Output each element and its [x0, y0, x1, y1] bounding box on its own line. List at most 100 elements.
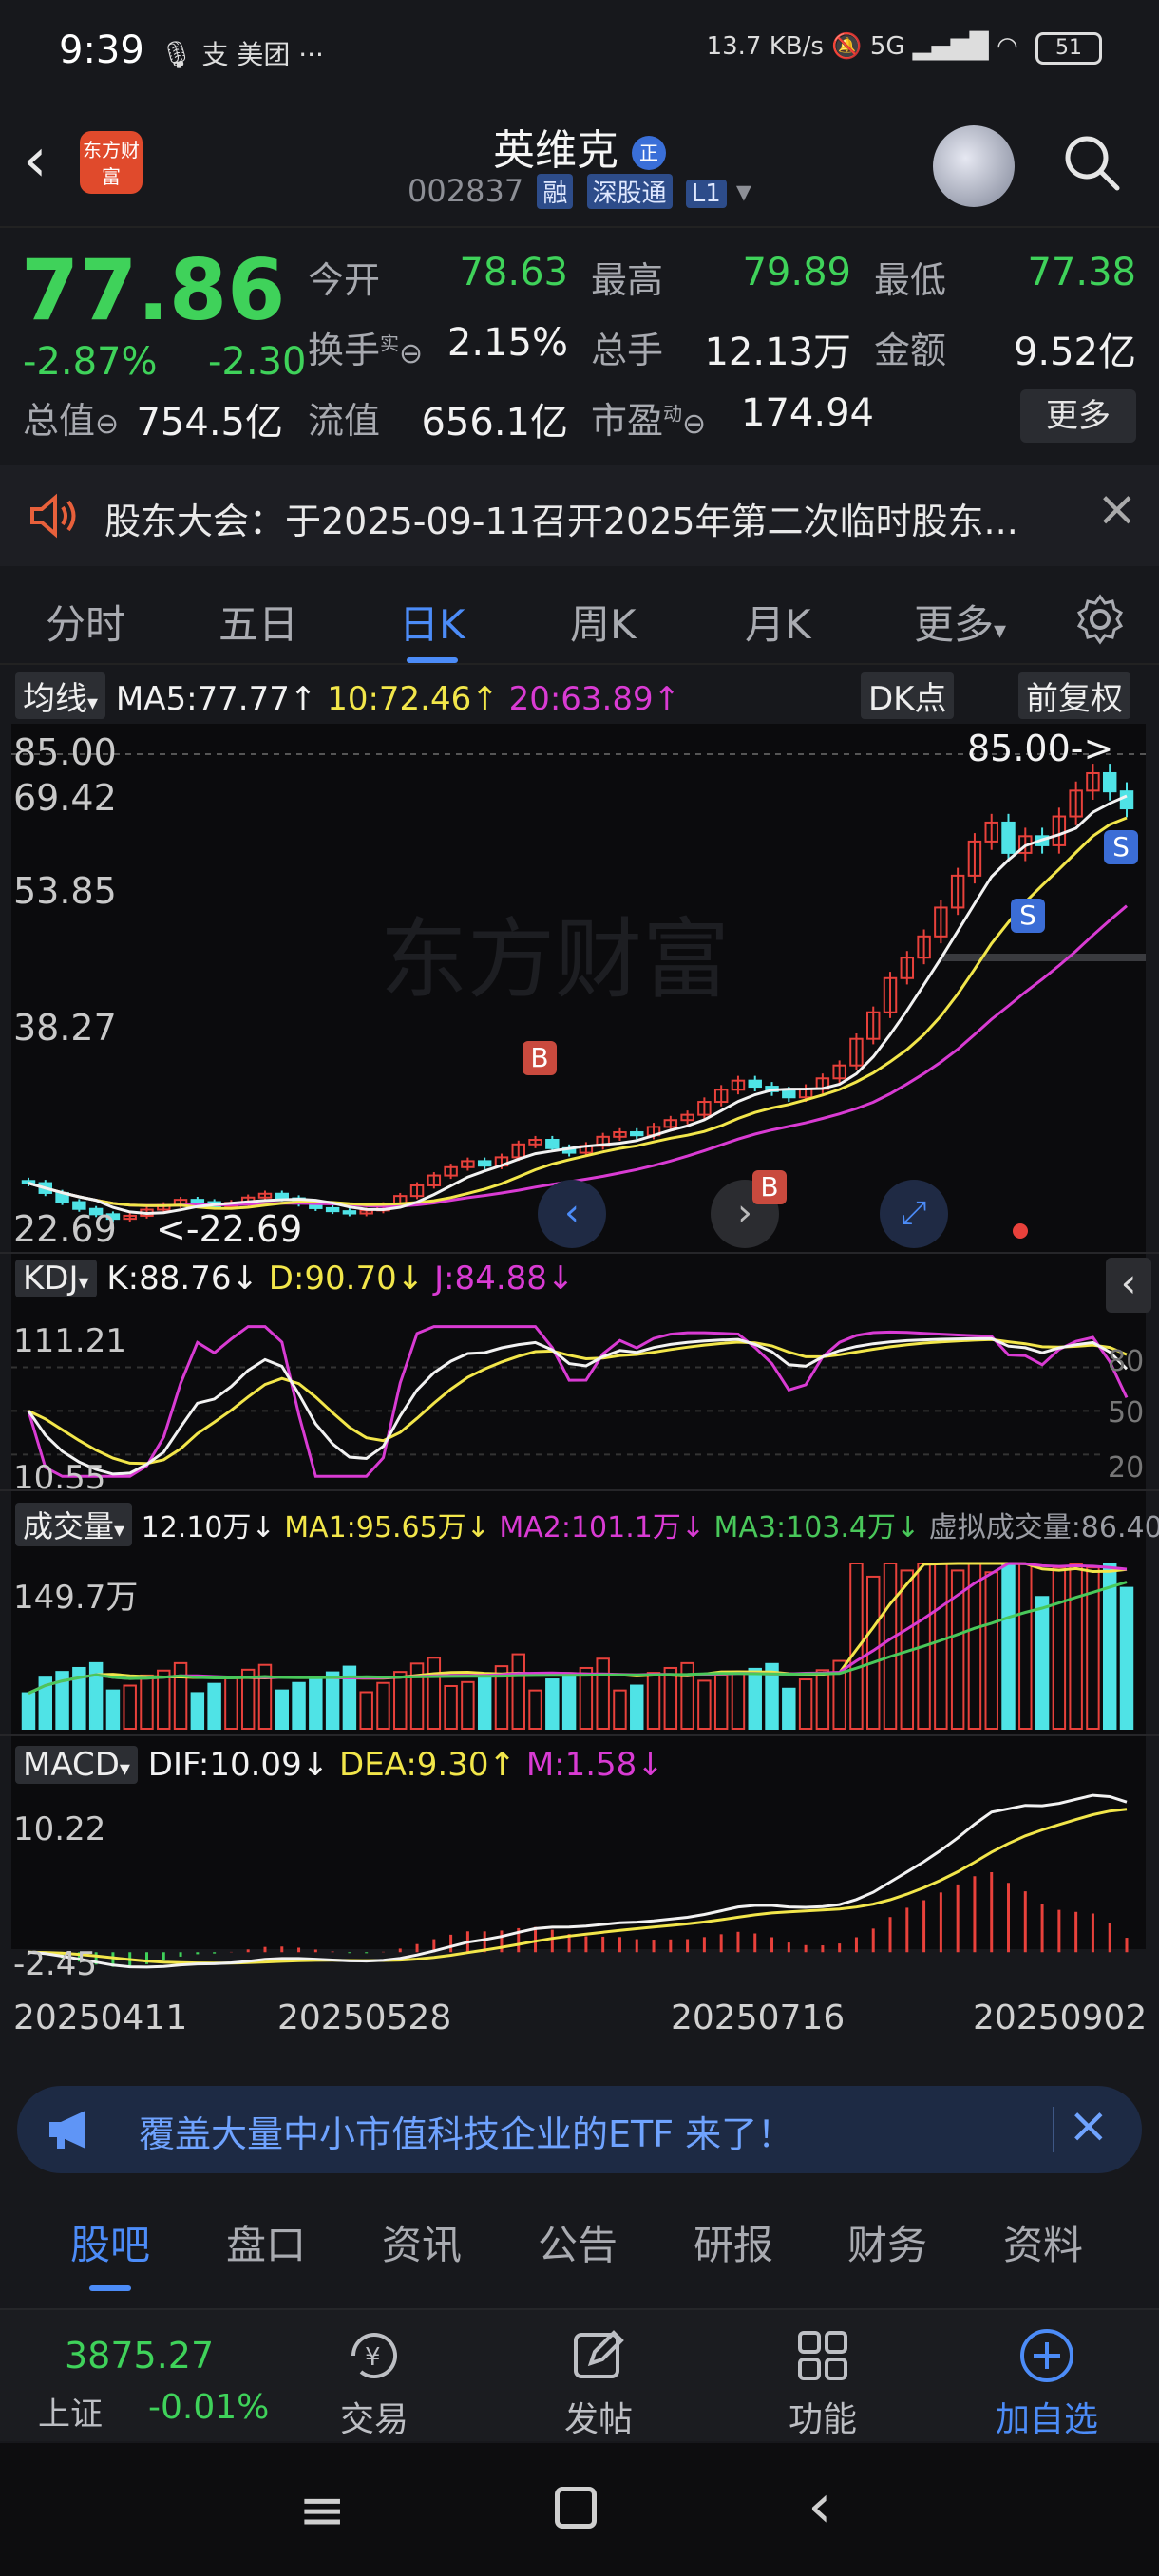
- buy-signal[interactable]: B: [752, 1170, 787, 1204]
- tab-news[interactable]: 资讯: [382, 2213, 462, 2271]
- value-turnover: 2.15%: [446, 321, 568, 365]
- close-icon[interactable]: ×: [1068, 2097, 1110, 2154]
- volume-bar: [630, 1684, 644, 1730]
- sell-signal[interactable]: S: [1011, 899, 1045, 933]
- candle-body: [748, 1079, 762, 1089]
- axis-high: 85.00: [13, 731, 117, 773]
- caret-down-icon[interactable]: ▾: [736, 173, 751, 209]
- menu-icon[interactable]: ≡: [298, 2477, 346, 2544]
- speaker-icon: [30, 493, 76, 539]
- axis-low: 22.69: [13, 1208, 117, 1250]
- index-value[interactable]: 3875.27: [65, 2335, 214, 2377]
- trade-button[interactable]: ¥ 交易: [308, 2325, 441, 2441]
- axis-2: 69.42: [13, 777, 117, 819]
- volume-bar: [21, 1692, 36, 1730]
- add-watchlist-button[interactable]: 加自选: [980, 2325, 1113, 2441]
- macd-m: M:1.58: [525, 1746, 637, 1784]
- wifi-icon: ◠: [997, 32, 1018, 61]
- label-open: 今开: [308, 259, 381, 301]
- kdj-axis-80: 80: [1108, 1345, 1145, 1378]
- megaphone-icon: [49, 2111, 86, 2149]
- kdj-chip[interactable]: KDJ▾: [15, 1260, 97, 1297]
- volume-bar: [561, 1676, 577, 1731]
- plus-circle-icon: [1020, 2329, 1074, 2382]
- tab-weekly-k[interactable]: 周K: [570, 593, 636, 651]
- macd-separator: [0, 1734, 1159, 1736]
- candle-body: [342, 1210, 357, 1215]
- chart-canvas: 东方财富: [0, 724, 1159, 1969]
- more-button[interactable]: 更多: [1020, 389, 1136, 443]
- kdj-axis-20: 20: [1108, 1451, 1145, 1485]
- value-open: 78.63: [459, 251, 568, 294]
- kline-chart[interactable]: 均线▾ MA5:77.77↑ 10:72.46↑ 20:63.89↑ DK点 前…: [0, 667, 1159, 2069]
- tab-five-day[interactable]: 五日: [218, 593, 298, 651]
- tab-financials[interactable]: 财务: [847, 2213, 927, 2271]
- functions-button[interactable]: 功能: [756, 2325, 889, 2441]
- resistance-band: [940, 954, 1146, 961]
- status-app-icons: 🎙 支 美团 ···: [160, 39, 324, 70]
- label-amount: 金额: [874, 330, 947, 371]
- kdj-axis-bottom: 10.55: [13, 1459, 106, 1497]
- tab-monthly-k[interactable]: 月K: [745, 593, 811, 651]
- tab-profile[interactable]: 资料: [1003, 2213, 1083, 2271]
- tab-intraday[interactable]: 分时: [46, 593, 125, 651]
- label-volume: 总手: [591, 330, 664, 371]
- volume-chip[interactable]: 成交量▾: [15, 1503, 133, 1546]
- volume-bar: [748, 1667, 762, 1730]
- candle-body: [1001, 821, 1016, 854]
- low-marker: <-22.69: [156, 1208, 303, 1250]
- date-2: 20250528: [277, 1998, 452, 2037]
- axis-4: 38.27: [13, 1007, 117, 1049]
- status-bar: 9:39 🎙 支 美团 ··· 13.7 KB/s 🔕 5G ▂▄▆█ ◠ 51: [0, 0, 1159, 104]
- date-1: 20250411: [13, 1998, 188, 2037]
- tab-daily-k[interactable]: 日K: [399, 593, 466, 663]
- sell-signal[interactable]: S: [1104, 830, 1138, 864]
- search-icon[interactable]: [1062, 133, 1121, 192]
- home-icon[interactable]: [555, 2487, 597, 2529]
- volume-bar: [88, 1661, 104, 1731]
- stock-badge: 正: [632, 136, 666, 170]
- back-icon[interactable]: ‹: [808, 2472, 832, 2542]
- volume-bar: [309, 1676, 323, 1731]
- tag-connect: 深股通: [586, 174, 673, 209]
- tab-research[interactable]: 研报: [694, 2213, 773, 2271]
- tab-forum[interactable]: 股吧: [70, 2213, 150, 2291]
- notice-bar[interactable]: 股东大会：于2025-09-11召开2025年第二次临时股东... ×: [0, 465, 1159, 566]
- macd-chip[interactable]: MACD▾: [15, 1746, 138, 1784]
- value-volume: 12.13万: [704, 331, 851, 374]
- candle-body: [1102, 771, 1117, 793]
- panel-collapse-button[interactable]: ‹: [1106, 1258, 1151, 1313]
- index-change: -0.01%: [148, 2388, 270, 2427]
- edit-icon: [574, 2330, 624, 2378]
- candle-body: [21, 1180, 36, 1184]
- chart-prev-button[interactable]: ‹: [538, 1180, 606, 1248]
- gear-icon[interactable]: [1074, 593, 1127, 646]
- volume-bar: [190, 1692, 205, 1731]
- etf-banner[interactable]: 覆盖大量中小市值科技企业的ETF 来了！ ×: [17, 2086, 1142, 2173]
- assistant-robot-icon[interactable]: [933, 125, 1015, 207]
- info-icon[interactable]: ⊖: [95, 407, 119, 441]
- post-button[interactable]: 发帖: [532, 2325, 665, 2441]
- volume-bar: [782, 1687, 796, 1730]
- value-amount: 9.52亿: [1013, 331, 1136, 374]
- buy-signal[interactable]: B: [522, 1041, 557, 1075]
- action-bar: 3875.27 上证 -0.01% ¥ 交易 发帖 功能 加自选: [0, 2308, 1159, 2441]
- vol-ma2: MA2:101.1万: [499, 1511, 681, 1544]
- fullscreen-icon[interactable]: ⤢: [880, 1180, 948, 1248]
- tab-announcements[interactable]: 公告: [538, 2213, 618, 2271]
- tab-more[interactable]: 更多▾: [914, 593, 1006, 651]
- status-right: 13.7 KB/s 🔕 5G ▂▄▆█ ◠ 51: [707, 32, 1102, 65]
- label-turnover: 换手实⊖: [308, 330, 424, 371]
- candle-body: [782, 1089, 796, 1099]
- kdj-separator: [0, 1252, 1159, 1254]
- axis-3: 53.85: [13, 870, 117, 912]
- close-icon[interactable]: ×: [1096, 481, 1138, 538]
- tab-market-depth[interactable]: 盘口: [226, 2213, 306, 2271]
- vol-separator: [0, 1489, 1159, 1491]
- watermark: 东方财富: [380, 909, 730, 1011]
- tag-level: L1: [685, 180, 727, 208]
- macd-legend: MACD▾ DIF:10.09↓ DEA:9.30↑ M:1.58↓: [15, 1746, 664, 1784]
- caret-down-icon: ▾: [994, 616, 1007, 645]
- volume-bar: [292, 1681, 306, 1731]
- status-time: 9:39: [59, 28, 144, 72]
